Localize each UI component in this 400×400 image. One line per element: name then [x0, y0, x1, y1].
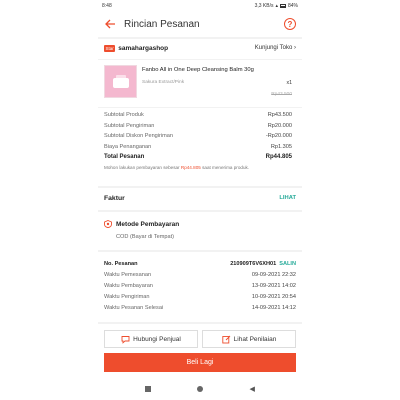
battery-level: 84% — [287, 3, 298, 9]
shop-name: samahargashop — [118, 44, 169, 52]
payment-method-icon — [104, 220, 112, 228]
note-suffix: saat menerima produk. — [202, 164, 250, 170]
chat-icon — [121, 335, 130, 344]
buy-again-label: Beli Lagi — [186, 359, 214, 366]
product-variant: Sakura Extract/Pink — [142, 80, 185, 85]
order-number-value: 210909T6V6XH01 — [230, 260, 277, 267]
order-time-row: Waktu Pesanan Selesai 14-09-2021 14:12 — [104, 302, 296, 313]
back-icon[interactable]: ◀ — [250, 385, 255, 393]
total-value: Rp44.805 — [265, 154, 292, 161]
contact-seller-button[interactable]: Hubungi Penjual — [104, 330, 198, 348]
order-number-row: No. Pesanan 210909T6V6XH01 SALIN — [104, 258, 296, 269]
contact-seller-label: Hubungi Penjual — [133, 335, 181, 343]
summary-row: Biaya Penanganan Rp1.305 — [104, 142, 292, 153]
price-summary: Subtotal Produk Rp43.500 Subtotal Pengir… — [104, 110, 292, 170]
order-time-row: Waktu Pengiriman 10-09-2021 20:54 — [104, 291, 296, 302]
payment-header: Metode Pembayaran — [104, 220, 296, 228]
total-label: Total Pesanan — [104, 154, 145, 161]
status-bar: 8:48 3,3 KB/s ▴ 84% — [98, 0, 302, 12]
payment-section: Metode Pembayaran COD (Bayar di Tempat) — [104, 220, 296, 240]
view-rating-label: Lihat Penilaian — [233, 335, 277, 343]
summary-label: Biaya Penanganan — [104, 143, 152, 150]
network-speed: 3,3 KB/s — [254, 3, 274, 9]
payment-title: Metode Pembayaran — [116, 220, 180, 228]
home-icon[interactable] — [197, 386, 204, 392]
action-buttons: Hubungi Penjual Lihat Penilaian — [104, 330, 296, 348]
payment-method: COD (Bayar di Tempat) — [116, 234, 175, 240]
recent-apps-icon[interactable] — [145, 386, 152, 392]
copy-order-number-button[interactable]: SALIN — [279, 261, 296, 267]
product-jar-shape — [113, 78, 129, 88]
summary-value: Rp43.500 — [267, 112, 292, 119]
summary-value: Rp1.305 — [270, 143, 292, 150]
order-time-label: Waktu Pemesanan — [104, 271, 152, 278]
summary-label: Subtotal Pengiriman — [104, 122, 155, 129]
order-time-row: Waktu Pemesanan 09-09-2021 22:32 — [104, 269, 296, 280]
buy-again-button[interactable]: Beli Lagi — [104, 353, 296, 372]
order-time-value: 10-09-2021 20:54 — [251, 293, 296, 300]
order-time-row: Waktu Pembayaran 13-09-2021 14:02 — [104, 280, 296, 291]
page-title: Rincian Pesanan — [124, 18, 200, 30]
order-info: No. Pesanan 210909T6V6XH01 SALIN Waktu P… — [104, 258, 296, 313]
order-time-value: 09-09-2021 22:32 — [251, 271, 296, 278]
visit-shop-label: Kunjungi Toko — [254, 45, 293, 51]
summary-row: Subtotal Produk Rp43.500 — [104, 110, 292, 121]
product-thumbnail — [104, 65, 137, 98]
divider — [98, 210, 302, 212]
order-time-label: Waktu Pesanan Selesai — [104, 304, 164, 311]
summary-label: Subtotal Produk — [104, 112, 144, 119]
order-time-label: Waktu Pembayaran — [104, 282, 153, 289]
battery-icon — [279, 4, 286, 8]
status-right: 3,3 KB/s ▴ 84% — [255, 3, 298, 9]
divider — [98, 186, 302, 188]
note-amount: Rp44.805 — [180, 164, 201, 170]
summary-label: Subtotal Diskon Pengiriman — [104, 133, 174, 140]
product-name: Fanbo All in One Deep Cleansing Balm 30g — [142, 67, 254, 73]
summary-value: -Rp20.000 — [265, 133, 292, 140]
divider — [98, 107, 302, 108]
divider — [98, 250, 302, 252]
product-item[interactable]: Fanbo All in One Deep Cleansing Balm 30g… — [104, 65, 296, 105]
back-arrow-icon[interactable] — [104, 18, 116, 30]
status-time: 8:48 — [102, 3, 112, 9]
signal-icon: ▴ — [275, 3, 278, 9]
summary-row: Subtotal Pengiriman Rp20.000 — [104, 121, 292, 132]
view-rating-button[interactable]: Lihat Penilaian — [202, 330, 296, 348]
phone-screen: 8:48 3,3 KB/s ▴ 84% Rincian Pesanan ? St… — [98, 0, 302, 400]
note-prefix: Mohon lakukan pembayaran sebesar — [104, 164, 180, 170]
order-time-value: 14-09-2021 14:12 — [251, 304, 296, 311]
system-nav-bar: ◀ — [98, 382, 302, 396]
visit-shop-button[interactable]: Kunjungi Toko › — [255, 45, 296, 51]
order-time-value: 13-09-2021 14:02 — [251, 282, 296, 289]
help-icon[interactable]: ? — [284, 18, 296, 30]
view-invoice-link[interactable]: LIHAT — [279, 195, 296, 201]
divider — [98, 59, 302, 60]
summary-value: Rp20.000 — [267, 122, 292, 129]
payment-note: Mohon lakukan pembayaran sebesar Rp44.80… — [104, 165, 292, 170]
order-time-label: Waktu Pengiriman — [104, 293, 150, 300]
total-row: Total Pesanan Rp44.805 — [104, 152, 292, 163]
divider — [98, 322, 302, 324]
order-number-label: No. Pesanan — [104, 260, 138, 267]
invoice-label: Faktur — [104, 194, 125, 202]
star-badge: Star — [104, 44, 116, 52]
product-quantity: x1 — [286, 80, 292, 86]
divider — [98, 37, 302, 39]
summary-row: Subtotal Diskon Pengiriman -Rp20.000 — [104, 131, 292, 142]
edit-icon — [222, 335, 230, 343]
app-bar: Rincian Pesanan ? — [98, 12, 302, 36]
shop-row: Star samahargashop Kunjungi Toko › — [98, 40, 302, 56]
invoice-row: Faktur LIHAT — [98, 190, 302, 206]
product-price: Rp43.500 — [271, 92, 292, 97]
